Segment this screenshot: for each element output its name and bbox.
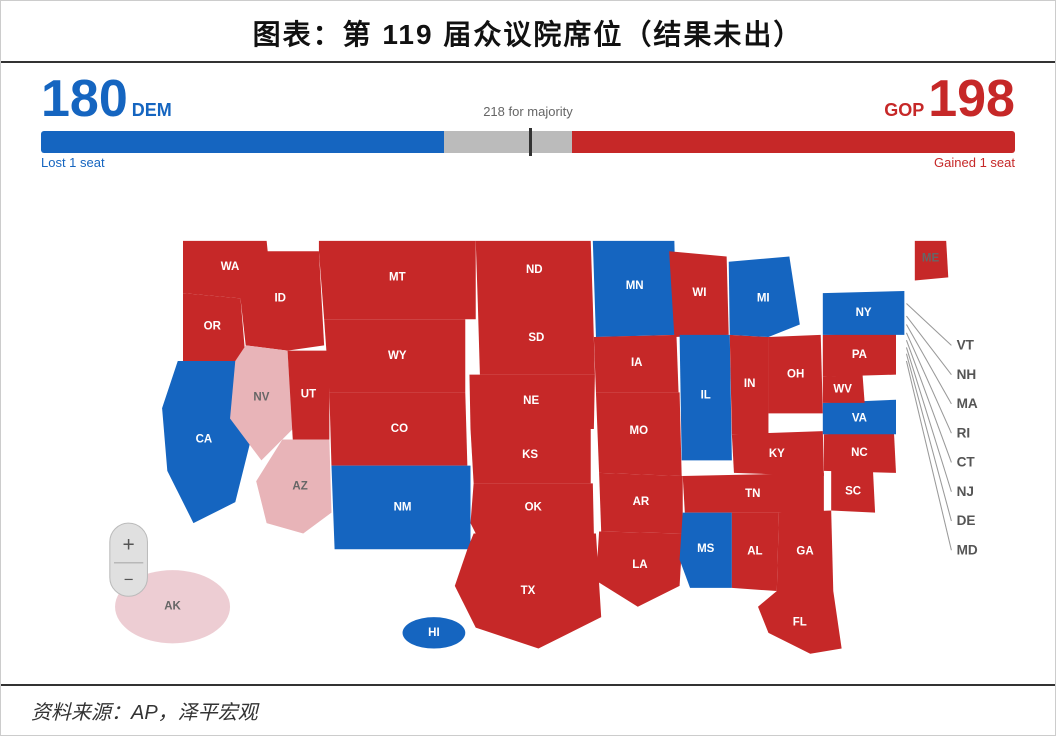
state-wv: [823, 375, 865, 403]
progress-bar: [41, 131, 1015, 153]
dem-score: 180 DEM: [41, 73, 172, 125]
state-nm: [331, 466, 470, 550]
lost-seat-label: Lost 1 seat: [41, 155, 105, 170]
svg-text:DE: DE: [957, 513, 976, 528]
state-wi: [669, 251, 729, 337]
bar-mid: [444, 131, 572, 153]
gop-label: GOP: [884, 100, 924, 121]
state-la: [596, 531, 683, 606]
state-ks: [471, 429, 591, 483]
state-ga: [777, 511, 833, 591]
state-ia: [594, 335, 679, 393]
state-mo: [596, 392, 682, 476]
state-tx: [455, 534, 601, 649]
state-tn: [683, 473, 824, 513]
state-mn: [593, 241, 677, 337]
state-ms: [680, 513, 732, 588]
state-sd: [478, 304, 595, 375]
state-ne: [469, 375, 594, 429]
state-ny: [823, 291, 905, 335]
state-hi: [403, 617, 466, 648]
svg-text:MD: MD: [957, 542, 978, 557]
state-pa: [823, 333, 896, 377]
state-oh: [768, 335, 822, 413]
map-section: WA OR CA ID NV MT WY: [1, 174, 1055, 684]
state-ut: [288, 351, 330, 440]
svg-text:NH: NH: [957, 367, 977, 382]
title-bar: 图表：第 119 届众议院席位（结果未出）: [1, 1, 1055, 63]
state-fl: [758, 591, 842, 654]
state-me: [915, 241, 948, 281]
bar-dem: [41, 131, 444, 153]
state-nd: [476, 241, 593, 304]
svg-text:NJ: NJ: [957, 484, 974, 499]
page-title: 图表：第 119 届众议院席位（结果未出）: [1, 13, 1055, 53]
gop-count: 198: [928, 73, 1015, 125]
gop-score: GOP 198: [884, 73, 1015, 125]
seat-change-row: Lost 1 seat Gained 1 seat: [41, 155, 1015, 170]
state-va: [823, 400, 896, 435]
score-numbers: 180 DEM 218 for majority GOP 198: [41, 73, 1015, 125]
svg-text:CT: CT: [957, 455, 976, 470]
state-in: [730, 335, 769, 434]
footer-text: 资料来源：AP，泽平宏观: [31, 702, 258, 724]
us-map: WA OR CA ID NV MT WY: [78, 199, 978, 659]
dem-count: 180: [41, 73, 128, 125]
dem-label: DEM: [132, 100, 172, 121]
state-sc: [831, 471, 875, 513]
svg-text:VT: VT: [957, 338, 975, 353]
state-ok: [471, 483, 594, 533]
score-section: 180 DEM 218 for majority GOP 198 Lost 1 …: [1, 63, 1055, 174]
gained-seat-label: Gained 1 seat: [934, 155, 1015, 170]
state-mi: [729, 257, 800, 338]
svg-text:MA: MA: [957, 396, 978, 411]
progress-bar-container: [41, 131, 1015, 153]
bar-gop: [572, 131, 1015, 153]
state-nc: [824, 431, 896, 473]
svg-text:+: +: [123, 533, 135, 556]
state-il: [680, 335, 732, 460]
majority-tick: [529, 128, 532, 156]
state-ky: [732, 431, 824, 476]
state-mt: [319, 241, 476, 319]
page-container: 图表：第 119 届众议院席位（结果未出） 180 DEM 218 for ma…: [0, 0, 1056, 736]
state-wy: [324, 319, 465, 392]
footer: 资料来源：AP，泽平宏观: [1, 684, 1055, 735]
state-al: [732, 513, 779, 591]
svg-text:RI: RI: [957, 425, 971, 440]
svg-text:−: −: [124, 570, 134, 589]
state-co: [329, 392, 467, 465]
state-id: [241, 251, 325, 350]
state-or: [183, 293, 246, 361]
majority-label: 218 for majority: [483, 104, 573, 119]
state-ar: [599, 473, 683, 534]
map-wrapper: WA OR CA ID NV MT WY: [78, 199, 978, 659]
